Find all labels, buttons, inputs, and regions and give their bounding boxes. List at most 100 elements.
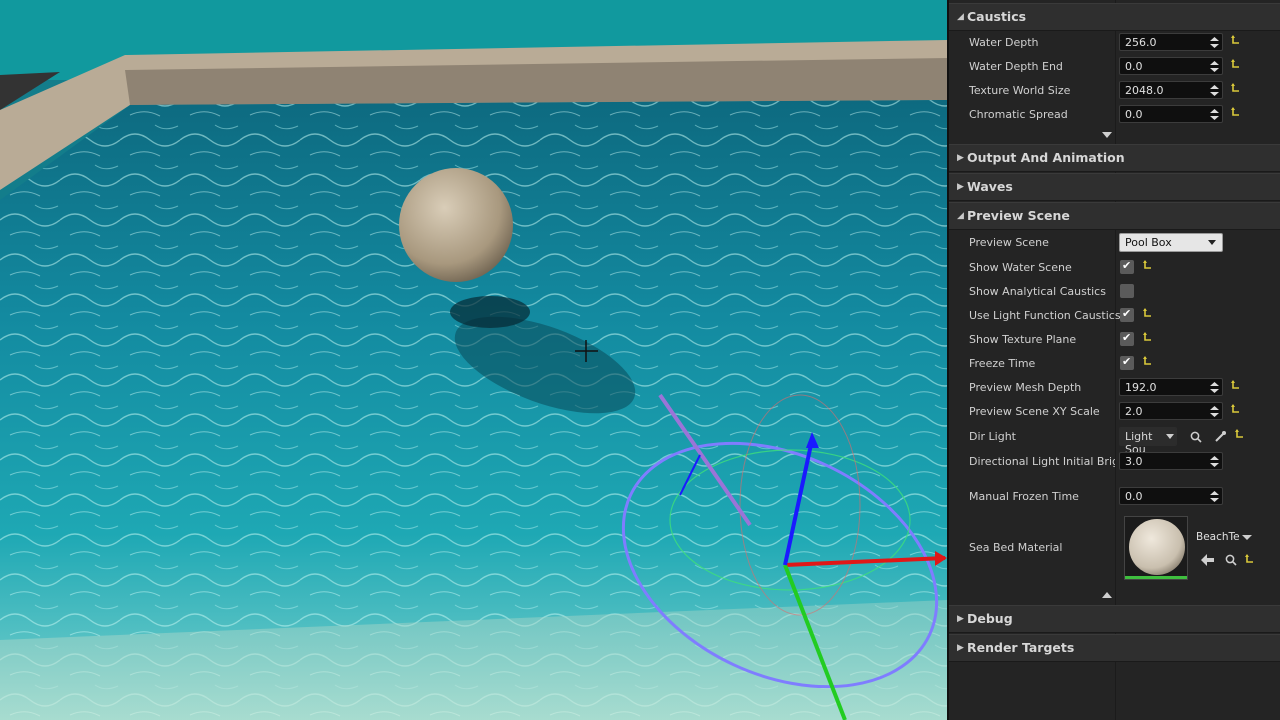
reset-to-default-icon[interactable]: [1231, 35, 1241, 47]
texture-world-size-field[interactable]: 2048.0: [1119, 81, 1223, 99]
viewport-scene: [0, 0, 947, 720]
reset-to-default-icon[interactable]: [1231, 107, 1241, 119]
reset-to-default-icon[interactable]: [1231, 83, 1241, 95]
category-render-targets[interactable]: ▶ Render Targets: [949, 634, 1280, 662]
row-texture-world-size: Texture World Size 2048.0: [949, 79, 1280, 103]
preview-scene-dropdown[interactable]: Pool Box: [1119, 233, 1223, 252]
reset-to-default-icon[interactable]: [1231, 59, 1241, 71]
reset-to-default-icon[interactable]: [1143, 260, 1153, 272]
field-value: 192.0: [1125, 381, 1157, 394]
spin-arrows-icon[interactable]: [1210, 61, 1219, 72]
field-value: 256.0: [1125, 36, 1157, 49]
row-directional-light-initial-bright: Directional Light Initial Bright 3.0: [949, 450, 1280, 474]
row-use-light-function-caustics: Use Light Function Caustics: [949, 304, 1280, 328]
reset-to-default-icon[interactable]: [1143, 308, 1153, 320]
chevron-down-icon: [1166, 434, 1174, 439]
show-analytical-caustics-checkbox[interactable]: [1120, 284, 1134, 298]
property-label: Chromatic Spread: [969, 108, 1068, 121]
property-label: Water Depth End: [969, 60, 1063, 73]
preview-mesh-depth-field[interactable]: 192.0: [1119, 378, 1223, 396]
chromatic-spread-field[interactable]: 0.0: [1119, 105, 1223, 123]
collapsed-arrow-icon: ▶: [957, 643, 964, 653]
manual-frozen-time-field[interactable]: 0.0: [1119, 487, 1223, 505]
dropdown-value: Pool Box: [1125, 236, 1172, 249]
reset-to-default-icon[interactable]: [1143, 356, 1153, 368]
sea-bed-material-thumbnail[interactable]: [1124, 516, 1188, 580]
reset-to-default-icon[interactable]: [1231, 404, 1241, 416]
material-type-bar: [1125, 576, 1187, 579]
category-output-and-animation[interactable]: ▶ Output And Animation: [949, 144, 1280, 172]
spin-arrows-icon[interactable]: [1210, 37, 1219, 48]
property-label: Preview Scene: [969, 236, 1049, 249]
reset-to-default-icon[interactable]: [1245, 554, 1255, 566]
row-manual-frozen-time: Manual Frozen Time 0.0: [949, 485, 1280, 509]
collapsed-arrow-icon: ▶: [957, 614, 964, 624]
water-depth-field[interactable]: 256.0: [1119, 33, 1223, 51]
property-label: Use Light Function Caustics: [969, 309, 1121, 322]
asset-dropdown-chevron-icon[interactable]: [1242, 535, 1252, 540]
reset-to-default-icon[interactable]: [1235, 429, 1245, 441]
show-advanced-down-icon[interactable]: [1102, 132, 1112, 138]
row-show-texture-plane: Show Texture Plane: [949, 328, 1280, 352]
field-value: 3.0: [1125, 455, 1143, 468]
row-show-analytical-caustics: Show Analytical Caustics: [949, 280, 1280, 304]
row-freeze-time: Freeze Time: [949, 352, 1280, 376]
category-preview-scene[interactable]: ◢ Preview Scene: [949, 202, 1280, 230]
eyedropper-icon[interactable]: [1214, 430, 1227, 443]
collapsed-arrow-icon: ▶: [957, 182, 964, 192]
row-chromatic-spread: Chromatic Spread 0.0: [949, 103, 1280, 127]
browse-search-icon[interactable]: [1225, 554, 1237, 566]
spin-arrows-icon[interactable]: [1210, 491, 1219, 502]
spin-arrows-icon[interactable]: [1210, 456, 1219, 467]
show-water-scene-checkbox[interactable]: [1120, 259, 1134, 274]
spin-arrows-icon[interactable]: [1210, 85, 1219, 96]
freeze-time-checkbox[interactable]: [1120, 355, 1134, 370]
use-light-function-caustics-checkbox[interactable]: [1120, 307, 1134, 322]
expanded-arrow-icon: ◢: [957, 12, 964, 22]
show-texture-plane-checkbox[interactable]: [1120, 331, 1134, 346]
category-title: Render Targets: [967, 640, 1075, 655]
material-sphere-icon: [1129, 519, 1185, 575]
reset-to-default-icon[interactable]: [1143, 332, 1153, 344]
level-viewport[interactable]: [0, 0, 947, 720]
field-value: 0.0: [1125, 108, 1143, 121]
property-label: Show Analytical Caustics: [969, 285, 1106, 298]
category-title: Debug: [967, 611, 1013, 626]
details-panel: ◢ Caustics Water Depth 256.0 Water Depth…: [947, 0, 1280, 720]
row-water-depth: Water Depth 256.0: [949, 31, 1280, 55]
property-label: Manual Frozen Time: [969, 490, 1079, 503]
browse-search-icon[interactable]: [1190, 431, 1202, 443]
spin-arrows-icon[interactable]: [1210, 109, 1219, 120]
spin-arrows-icon[interactable]: [1210, 406, 1219, 417]
asset-name[interactable]: BeachTe: [1196, 531, 1244, 543]
row-show-water-scene: Show Water Scene: [949, 256, 1280, 280]
chevron-down-icon: [1208, 240, 1216, 245]
property-label: Dir Light: [969, 430, 1016, 443]
category-debug[interactable]: ▶ Debug: [949, 605, 1280, 633]
row-preview-scene: Preview Scene Pool Box: [949, 231, 1280, 255]
property-label: Freeze Time: [969, 357, 1036, 370]
water-depth-end-field[interactable]: 0.0: [1119, 57, 1223, 75]
preview-scene-xy-scale-field[interactable]: 2.0: [1119, 402, 1223, 420]
property-label: Water Depth: [969, 36, 1039, 49]
hide-advanced-up-icon[interactable]: [1102, 592, 1112, 598]
row-preview-mesh-depth: Preview Mesh Depth 192.0: [949, 376, 1280, 400]
category-title: Output And Animation: [967, 150, 1125, 165]
property-label: Directional Light Initial Bright: [969, 455, 1115, 468]
collapsed-arrow-icon: ▶: [957, 153, 964, 163]
category-waves[interactable]: ▶ Waves: [949, 173, 1280, 201]
property-label: Preview Mesh Depth: [969, 381, 1082, 394]
property-label: Texture World Size: [969, 84, 1071, 97]
category-title: Preview Scene: [967, 208, 1070, 223]
dir-light-actor-picker[interactable]: Light Sou: [1119, 427, 1177, 456]
field-value: 0.0: [1125, 490, 1143, 503]
category-caustics[interactable]: ◢ Caustics: [949, 3, 1280, 31]
field-value: 0.0: [1125, 60, 1143, 73]
property-label: Sea Bed Material: [969, 541, 1063, 554]
use-selected-arrow-icon[interactable]: [1201, 554, 1214, 566]
spin-arrows-icon[interactable]: [1210, 382, 1219, 393]
reset-to-default-icon[interactable]: [1231, 380, 1241, 392]
category-title: Waves: [967, 179, 1013, 194]
property-label: Show Texture Plane: [969, 333, 1077, 346]
directional-light-initial-bright-field[interactable]: 3.0: [1119, 452, 1223, 470]
